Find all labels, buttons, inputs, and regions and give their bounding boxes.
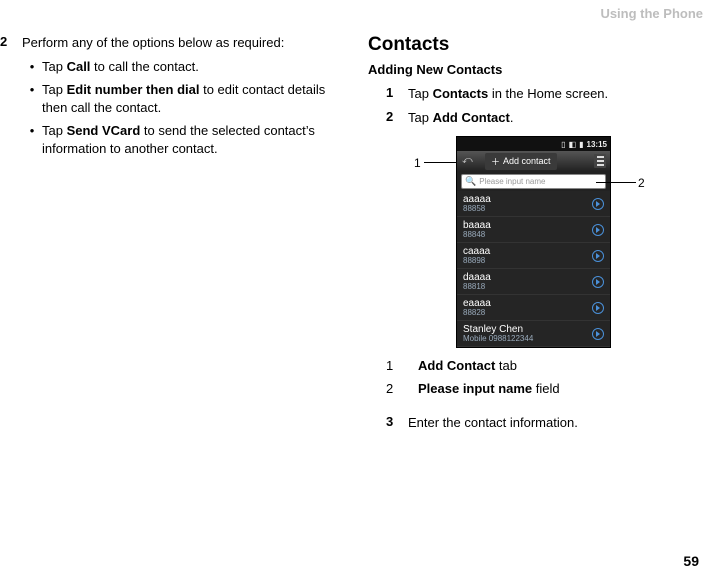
bullet-dot-icon: • [22, 81, 42, 116]
search-icon: 🔍 [465, 176, 476, 187]
right-steps-continued: 3 Enter the contact information. [368, 414, 709, 432]
step-post: in the Home screen. [488, 86, 608, 101]
step-number: 1 [386, 85, 408, 103]
bullet-item: • Tap Edit number then dial to edit cont… [22, 81, 350, 116]
legend-num: 2 [386, 379, 418, 400]
bullet-bold: Call [67, 59, 91, 74]
phone-screen: ▯ ◧ ▮ 13:15 ⤺ ＋ Add contact 🔍 P [456, 136, 611, 348]
contact-sub: 88828 [463, 309, 491, 317]
section-title: Contacts [368, 34, 709, 56]
callout-line-2 [596, 182, 636, 183]
step-pre: Tap [408, 86, 433, 101]
list-item[interactable]: aaaaa88858 [457, 191, 610, 217]
contact-sub: 88858 [463, 205, 491, 213]
list-item[interactable]: daaaa88818 [457, 269, 610, 295]
bullet-list: • Tap Call to call the contact. • Tap Ed… [22, 58, 350, 158]
plus-icon: ＋ [491, 155, 500, 168]
legend: 1 Add Contact tab 2 Please input name fi… [368, 356, 709, 400]
callout-label-1: 1 [414, 156, 421, 170]
tab-bar: ⤺ ＋ Add contact [457, 151, 610, 171]
signal-icon: ▯ [561, 140, 565, 149]
right-column: Contacts Adding New Contacts 1 Tap Conta… [360, 34, 709, 549]
legend-row: 1 Add Contact tab [386, 356, 709, 377]
step-post: . [510, 110, 514, 125]
bullet-dot-icon: • [22, 58, 42, 76]
detail-arrow-icon[interactable] [592, 328, 604, 340]
columns: 2 Perform any of the options below as re… [0, 34, 709, 549]
menu-icon[interactable] [594, 154, 606, 168]
detail-arrow-icon[interactable] [592, 302, 604, 314]
bullet-text: Tap Send VCard to send the selected cont… [42, 122, 350, 157]
left-column: 2 Perform any of the options below as re… [0, 34, 360, 549]
legend-bold: Please input name [418, 381, 532, 396]
right-steps: 1 Tap Contacts in the Home screen. 2 Tap… [368, 85, 709, 126]
legend-row: 2 Please input name field [386, 379, 709, 400]
contact-list: aaaaa88858 baaaa88848 caaaa88898 daaaa88… [457, 191, 610, 347]
back-arrow-icon[interactable]: ⤺ [462, 155, 473, 166]
bullet-post: to call the contact. [90, 59, 198, 74]
list-item[interactable]: caaaa88898 [457, 243, 610, 269]
bullet-item: • Tap Call to call the contact. [22, 58, 350, 76]
legend-post: field [532, 381, 559, 396]
step-body: Perform any of the options below as requ… [22, 34, 350, 163]
contact-sub: 88818 [463, 283, 491, 291]
step-body: Tap Contacts in the Home screen. [408, 85, 709, 103]
legend-text: Add Contact tab [418, 356, 517, 377]
detail-arrow-icon[interactable] [592, 198, 604, 210]
legend-text: Please input name field [418, 379, 560, 400]
right-step-2: 2 Tap Add Contact. [386, 109, 709, 127]
right-step-1: 1 Tap Contacts in the Home screen. [386, 85, 709, 103]
subsection-title: Adding New Contacts [368, 62, 709, 77]
step-body: Tap Add Contact. [408, 109, 709, 127]
add-contact-tab[interactable]: ＋ Add contact [485, 153, 557, 170]
bullet-dot-icon: • [22, 122, 42, 157]
clock-time: 13:15 [587, 140, 607, 149]
legend-post: tab [495, 358, 517, 373]
page-number: 59 [683, 553, 699, 569]
network-icon: ◧ [569, 140, 577, 149]
detail-arrow-icon[interactable] [592, 276, 604, 288]
callout-label-2: 2 [638, 176, 645, 190]
bullet-bold: Send VCard [67, 123, 141, 138]
step-bold: Contacts [433, 86, 489, 101]
list-item[interactable]: Stanley ChenMobile 0988122344 [457, 321, 610, 347]
step-pre: Tap [408, 110, 433, 125]
step-body: Enter the contact information. [408, 414, 709, 432]
search-row: 🔍 Please input name [457, 171, 610, 191]
contact-sub: 88898 [463, 257, 490, 265]
add-contact-label: Add contact [503, 156, 551, 166]
bullet-item: • Tap Send VCard to send the selected co… [22, 122, 350, 157]
contact-sub: 88848 [463, 231, 491, 239]
legend-num: 1 [386, 356, 418, 377]
battery-icon: ▮ [579, 140, 583, 149]
status-bar: ▯ ◧ ▮ 13:15 [457, 137, 610, 151]
step-bold: Add Contact [433, 110, 510, 125]
list-item[interactable]: eaaaa88828 [457, 295, 610, 321]
bullet-bold: Edit number then dial [67, 82, 200, 97]
bullet-text: Tap Call to call the contact. [42, 58, 350, 76]
step-number: 3 [386, 414, 408, 432]
bullet-pre: Tap [42, 59, 67, 74]
phone-figure: 1 2 ▯ ◧ ▮ 13:15 ⤺ ＋ Add contact [416, 136, 636, 348]
contact-sub: Mobile 0988122344 [463, 335, 533, 343]
bullet-pre: Tap [42, 123, 67, 138]
detail-arrow-icon[interactable] [592, 250, 604, 262]
legend-bold: Add Contact [418, 358, 495, 373]
left-step-2: 2 Perform any of the options below as re… [0, 34, 350, 163]
search-input[interactable]: 🔍 Please input name [461, 174, 606, 189]
detail-arrow-icon[interactable] [592, 224, 604, 236]
step-text: Perform any of the options below as requ… [22, 35, 284, 50]
search-placeholder: Please input name [479, 177, 545, 186]
right-step-3: 3 Enter the contact information. [386, 414, 709, 432]
list-item[interactable]: baaaa88848 [457, 217, 610, 243]
bullet-text: Tap Edit number then dial to edit contac… [42, 81, 350, 116]
bullet-pre: Tap [42, 82, 67, 97]
step-number: 2 [0, 34, 22, 163]
header-section-label: Using the Phone [600, 6, 703, 21]
step-number: 2 [386, 109, 408, 127]
